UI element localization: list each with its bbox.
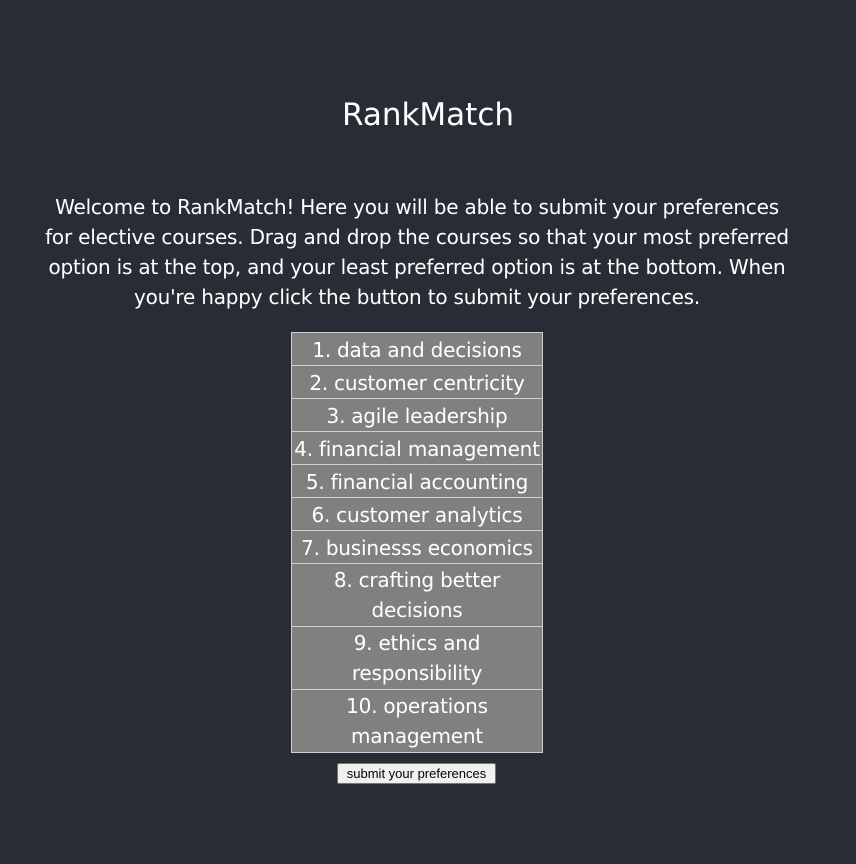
course-rank: 6.: [311, 503, 331, 527]
intro-text: Welcome to RankMatch! Here you will be a…: [45, 195, 789, 309]
course-rank: 10.: [346, 694, 378, 718]
course-item[interactable]: 1. data and decisions: [292, 333, 542, 366]
course-item[interactable]: 6. customer analytics: [292, 498, 542, 531]
course-name: customer analytics: [336, 503, 523, 527]
course-name: data and decisions: [337, 338, 522, 362]
course-item[interactable]: 5. financial accounting: [292, 465, 542, 498]
course-rank: 1.: [312, 338, 332, 362]
course-item[interactable]: 9. ethics and responsibility: [292, 627, 542, 690]
course-rank: 4.: [294, 437, 313, 461]
course-rank: 2.: [309, 371, 329, 395]
course-item[interactable]: 2. customer centricity: [292, 366, 542, 399]
course-item[interactable]: 4. financial management: [292, 432, 542, 465]
course-name: businesss economics: [325, 536, 533, 560]
course-item[interactable]: 10. operations management: [292, 690, 542, 753]
course-name: agile leadership: [351, 404, 508, 428]
rankmatch-app: RankMatch Welcome to RankMatch! Here you…: [0, 0, 856, 864]
course-item[interactable]: 7. businesss economics: [292, 531, 542, 564]
course-rank: 8.: [333, 568, 353, 592]
page-title: RankMatch: [341, 97, 515, 133]
course-name: crafting better decisions: [358, 568, 501, 622]
course-rank: 3.: [326, 404, 346, 428]
course-name: financial management: [318, 437, 540, 461]
course-rank: 7.: [301, 536, 320, 560]
course-name: financial accounting: [330, 470, 529, 494]
course-name: customer centricity: [334, 371, 525, 395]
course-item[interactable]: 8. crafting better decisions: [292, 564, 542, 627]
course-ranking-list: 1. data and decisions 2. customer centrici…: [291, 332, 543, 753]
course-rank: 9.: [353, 631, 373, 655]
submit-preferences-button[interactable]: submit your preferences: [337, 763, 496, 784]
course-item[interactable]: 3. agile leadership: [292, 399, 542, 432]
course-rank: 5.: [305, 470, 325, 494]
